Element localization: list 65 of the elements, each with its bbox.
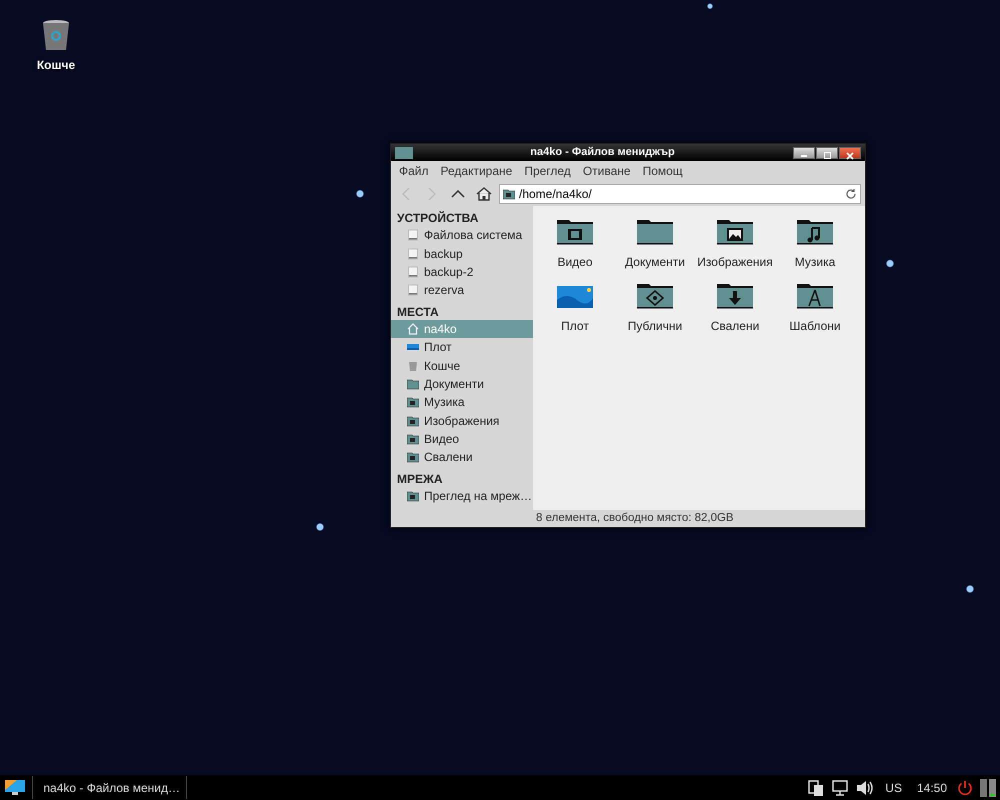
drive-icon bbox=[407, 266, 419, 278]
folder-icon bbox=[407, 490, 419, 502]
drive-icon bbox=[407, 284, 419, 296]
sidebar-item[interactable]: Кошче bbox=[391, 356, 533, 375]
file-label[interactable]: Документи bbox=[625, 253, 685, 271]
taskbar-task[interactable]: na4ko - Файлов менид… bbox=[32, 776, 187, 799]
maximize-button[interactable] bbox=[816, 146, 838, 158]
sidebar-item[interactable]: rezerva bbox=[391, 281, 533, 300]
sidebar-item[interactable]: Музика bbox=[391, 393, 533, 412]
desktop-icon-label[interactable]: Кошче bbox=[36, 56, 76, 74]
keyboard-layout[interactable]: US bbox=[885, 778, 902, 796]
file-label[interactable]: Музика bbox=[794, 253, 836, 271]
file-label[interactable]: Шаблони bbox=[789, 317, 841, 335]
folder-icon bbox=[407, 433, 419, 446]
folder-icon bbox=[395, 146, 413, 158]
window-title: na4ko - Файлов мениджър bbox=[529, 145, 676, 160]
folder-icon bbox=[407, 378, 419, 390]
up-icon bbox=[451, 190, 465, 198]
sidebar-item[interactable]: backup bbox=[391, 244, 533, 263]
refresh-icon[interactable] bbox=[845, 188, 857, 200]
sidebar-item[interactable]: Файлова система bbox=[391, 226, 533, 244]
sidebar-item[interactable]: Видео bbox=[391, 430, 533, 448]
home-icon bbox=[407, 322, 419, 335]
back-icon bbox=[402, 186, 410, 200]
sidebar-item[interactable]: Свалени bbox=[391, 448, 533, 467]
file-label[interactable]: Изображения bbox=[697, 253, 773, 271]
menu-item[interactable]: Преглед bbox=[524, 162, 571, 180]
file-label[interactable]: Плот bbox=[561, 317, 589, 335]
status-text: 8 елемента, свободно място: 82,0GB bbox=[535, 510, 734, 526]
drive-icon bbox=[407, 229, 419, 242]
network-icon[interactable] bbox=[831, 778, 850, 796]
folder-icon bbox=[407, 396, 419, 408]
sidebar-section-header: УСТРОЙСТВА bbox=[396, 210, 480, 226]
menu-item[interactable]: Отиване bbox=[582, 162, 631, 180]
file-label[interactable]: Видео bbox=[557, 253, 593, 271]
folder-icon bbox=[407, 451, 419, 464]
file-label[interactable]: Публични bbox=[628, 317, 682, 335]
home-icon bbox=[476, 186, 492, 200]
menu-item[interactable]: Файл bbox=[399, 162, 429, 180]
sidebar-item[interactable]: Плот bbox=[391, 338, 533, 356]
close-button[interactable] bbox=[839, 146, 861, 158]
sidebar-section-header: МЕСТА bbox=[396, 304, 440, 320]
sidebar-item[interactable]: Изображения bbox=[391, 412, 533, 430]
file-label[interactable]: Свалени bbox=[710, 317, 760, 335]
location-field[interactable]: /home/na4ko/ bbox=[499, 184, 861, 204]
forward-icon bbox=[428, 186, 436, 200]
minimize-button[interactable] bbox=[793, 146, 815, 158]
folder-icon bbox=[503, 188, 515, 200]
volume-icon[interactable] bbox=[855, 778, 874, 796]
clock[interactable]: 14:50 bbox=[916, 778, 947, 796]
folder-icon bbox=[407, 414, 419, 427]
sidebar-item[interactable]: Документи bbox=[391, 374, 533, 394]
sidebar-item[interactable]: backup-2 bbox=[391, 262, 533, 282]
drive-icon bbox=[407, 248, 419, 260]
trash-icon bbox=[407, 360, 419, 372]
workspace-pager-icon[interactable] bbox=[980, 778, 996, 796]
clipboard-icon[interactable] bbox=[807, 778, 826, 796]
menu-item[interactable]: Редактиране bbox=[440, 162, 512, 180]
trash-icon[interactable] bbox=[41, 18, 71, 52]
sidebar-item[interactable]: Преглед на мреж… bbox=[391, 486, 533, 506]
maximize-icon bbox=[824, 152, 830, 160]
power-icon[interactable] bbox=[956, 778, 974, 796]
menu-item[interactable]: Помощ bbox=[642, 162, 683, 180]
sidebar-section-header: МРЕЖА bbox=[396, 470, 444, 487]
close-icon bbox=[846, 152, 854, 160]
